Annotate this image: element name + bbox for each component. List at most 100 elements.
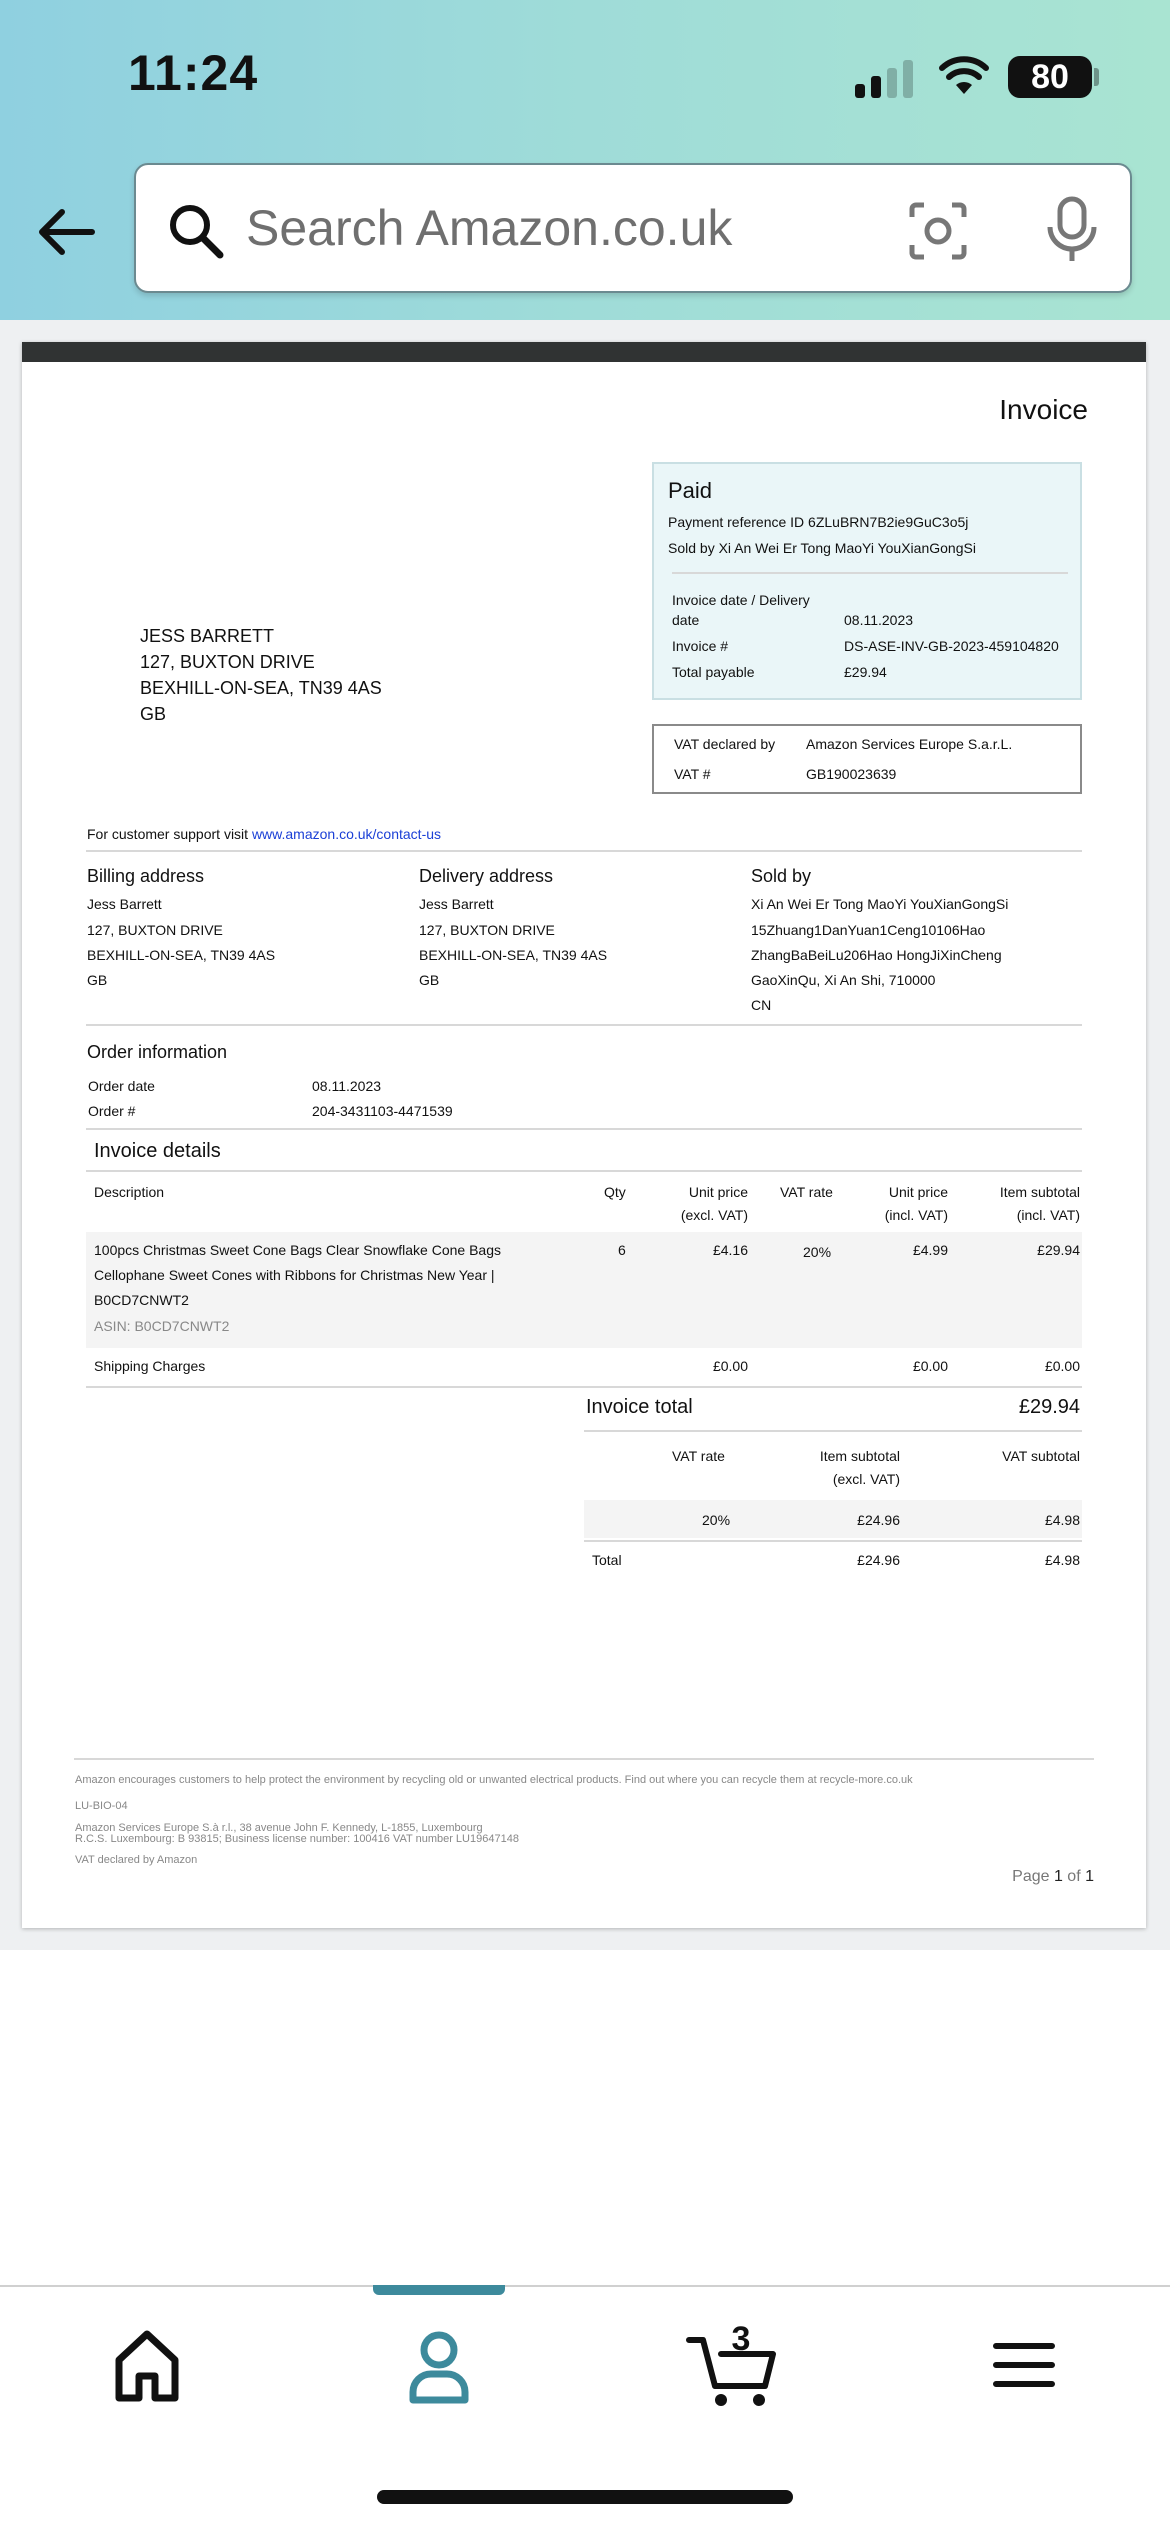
search-bar[interactable] [134,163,1132,293]
col-description: Description [94,1184,165,1200]
page-total: 1 [1085,1868,1094,1885]
seller-line: 15Zhuang1DanYuan1Ceng10106Hao [751,922,986,938]
home-indicator[interactable] [377,2490,793,2504]
item-vat-rate: 20% [803,1244,832,1260]
totals-total-label: Total [592,1552,622,1568]
sold-by-line: Sold by Xi An Wei Er Tong MaoYi YouXianG… [668,540,976,556]
search-input[interactable] [246,191,886,265]
customer-address-line2: BEXHILL-ON-SEA, TN39 4AS [140,678,382,698]
account-icon[interactable] [389,2320,489,2410]
vat-info-box: VAT declared by Amazon Services Europe S… [652,724,1082,794]
camera-lens-icon[interactable] [906,199,970,263]
page-of: of [1062,1868,1086,1885]
col-item-subtotal-line2: (incl. VAT) [1016,1207,1080,1223]
customer-address-line1: 127, BUXTON DRIVE [140,652,315,672]
page-top-bar [22,342,1146,362]
invoice-page: Invoice JESS BARRETT 127, BUXTON DRIVE B… [22,342,1146,1928]
totals-col-item-subtotal-line2: (excl. VAT) [832,1471,900,1487]
vat-number-label: VAT # [674,766,711,782]
col-unit-price-excl-line1: Unit price [688,1184,748,1200]
page-counter: Page 1 of 1 [1012,1868,1094,1886]
totals-vat-subtotal: £4.98 [1044,1512,1080,1528]
item-asin: ASIN: B0CD7CNWT2 [94,1318,230,1334]
menu-icon[interactable] [974,2320,1074,2410]
total-payable-label: Total payable [672,664,755,680]
seller-line: GaoXinQu, Xi An Shi, 710000 [751,972,936,988]
item-qty: 6 [618,1242,626,1258]
invoice-number-label: Invoice # [672,638,729,654]
customer-country: GB [140,704,167,724]
item-unit-price-incl: £4.99 [912,1242,948,1258]
totals-vat-rate: 20% [702,1512,731,1528]
totals-col-vat-rate: VAT rate [672,1448,725,1464]
item-description-line2: Cellophane Sweet Cones with Ribbons for … [94,1267,495,1283]
totals-col-vat-subtotal: VAT subtotal [1002,1448,1080,1464]
order-date-label: Order date [88,1078,155,1094]
shipping-unit-incl: £0.00 [912,1358,948,1374]
footer-code: LU-BIO-04 [75,1800,128,1812]
battery-tip [1094,68,1099,86]
company-info: Amazon Services Europe S.à r.l., 38 aven… [75,1823,519,1845]
app-header: 11:24 80 [0,0,1170,320]
recycle-note: Amazon encourages customers to help prot… [75,1774,913,1786]
company-info-line2: R.C.S. Luxembourg: B 93815; Business lic… [75,1833,519,1845]
total-payable-value: £29.94 [844,664,887,680]
customer-support-line: For customer support visit www.amazon.co… [87,826,441,842]
cart-icon[interactable]: 3 [681,2320,791,2410]
item-unit-price-excl: £4.16 [712,1242,748,1258]
order-date-value: 08.11.2023 [312,1078,382,1094]
delivery-line: GB [419,972,440,988]
totals-total-item-subtotal: £24.96 [857,1552,900,1568]
shipping-label: Shipping Charges [94,1358,206,1374]
col-vat-rate: VAT rate [780,1184,833,1200]
footer-vat-declared: VAT declared by Amazon [75,1854,198,1866]
battery-level: 80 [1008,56,1092,98]
col-qty: Qty [604,1184,626,1200]
back-arrow-icon[interactable] [34,200,98,264]
shipping-subtotal: £0.00 [1044,1358,1080,1374]
cellular-signal-icon [855,58,915,98]
col-unit-price-excl-line2: (excl. VAT) [680,1207,748,1223]
delivery-line: 127, BUXTON DRIVE [419,922,555,938]
seller-line: Xi An Wei Er Tong MaoYi YouXianGongSi [751,896,1009,912]
invoice-date-label: Invoice date / Delivery [672,592,810,608]
billing-line: GB [87,972,108,988]
table-row [584,1500,1082,1538]
order-number-label: Order # [88,1103,136,1119]
vat-declared-label: VAT declared by [674,736,776,752]
payment-status: Paid [668,478,713,503]
col-unit-price-incl-line2: (incl. VAT) [884,1207,948,1223]
item-subtotal: £29.94 [1037,1242,1080,1258]
item-description-line3: B0CD7CNWT2 [94,1292,189,1308]
customer-name: JESS BARRETT [140,626,275,646]
billing-line: BEXHILL-ON-SEA, TN39 4AS [87,947,276,963]
delivery-address-heading: Delivery address [419,866,554,886]
invoice-date-value: 08.11.2023 [844,612,914,628]
support-text: For customer support visit [87,826,252,842]
billing-line: Jess Barrett [87,896,162,912]
billing-line: 127, BUXTON DRIVE [87,922,223,938]
seller-line: CN [751,997,772,1013]
invoice-number-value: DS-ASE-INV-GB-2023-459104820 [844,638,1059,654]
totals-col-item-subtotal-line1: Item subtotal [819,1448,900,1464]
shipping-unit-excl: £0.00 [712,1358,748,1374]
support-link[interactable]: www.amazon.co.uk/contact-us [252,826,441,842]
delivery-line: BEXHILL-ON-SEA, TN39 4AS [419,947,608,963]
status-time: 11:24 [128,45,259,101]
active-tab-indicator [373,2285,505,2295]
col-unit-price-incl-line1: Unit price [888,1184,948,1200]
microphone-icon[interactable] [1040,195,1104,265]
invoice-title: Invoice [999,394,1088,425]
cart-count: 3 [732,2320,751,2358]
seller-line: ZhangBaBeiLu206Hao HongJiXinCheng [751,947,1002,963]
col-unit-price-incl: Unit price (incl. VAT) [885,1184,948,1223]
search-icon [170,205,224,259]
invoice-date-label-cont: date [672,612,700,628]
home-icon[interactable] [97,2320,197,2410]
col-unit-price-excl: Unit price (excl. VAT) [681,1184,748,1223]
invoice-total-label: Invoice total [586,1396,693,1418]
page-prefix: Page [1012,1868,1054,1885]
vat-number-value: GB190023639 [806,766,897,782]
invoice-details-heading: Invoice details [94,1140,221,1162]
item-description-line1: 100pcs Christmas Sweet Cone Bags Clear S… [94,1242,501,1258]
